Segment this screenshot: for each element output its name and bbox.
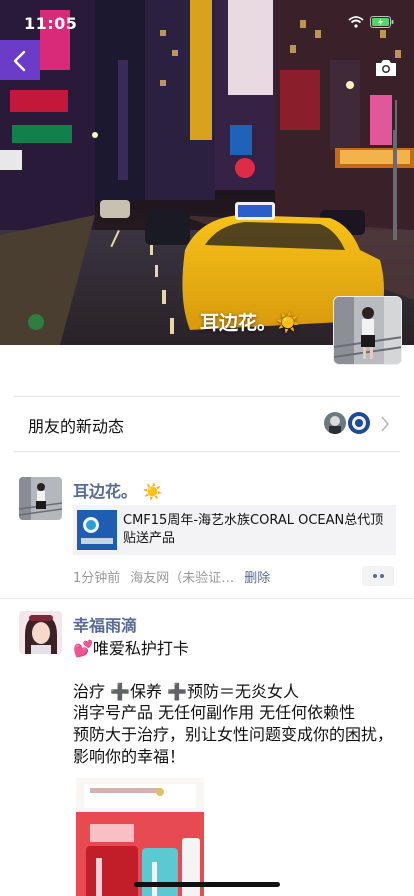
avatar-photo <box>19 477 62 520</box>
more-icon <box>379 574 384 578</box>
back-icon <box>13 50 26 72</box>
updates-avatars <box>324 412 370 434</box>
shared-link-thumbnail <box>77 510 117 550</box>
cover-user-name: 耳边花。☀️ <box>200 308 300 335</box>
post-divider <box>0 598 414 599</box>
friends-new-updates-row[interactable]: 朋友的新动态 <box>14 396 400 452</box>
camera-icon <box>376 60 396 76</box>
avatar-photo <box>334 297 401 364</box>
my-avatar[interactable] <box>333 296 402 365</box>
shared-link-title: CMF15周年-海艺水族CORAL OCEAN总代顶贴送产品 <box>123 513 384 546</box>
post-author-avatar[interactable] <box>19 611 62 654</box>
more-button[interactable] <box>362 566 394 586</box>
status-icons <box>348 16 394 28</box>
author-text: 耳边花。 <box>73 482 138 501</box>
shared-link-card[interactable]: CMF15周年-海艺水族CORAL OCEAN总代顶贴送产品 <box>73 505 396 555</box>
more-icon <box>372 574 377 578</box>
updates-label: 朋友的新动态 <box>28 417 125 436</box>
post-text-line: 治疗 ➕保养 ➕预防＝无炎女人 <box>73 682 300 701</box>
post-author-name[interactable]: 幸福雨滴 <box>73 612 137 636</box>
home-indicator[interactable] <box>134 882 280 887</box>
post-meta: 1分钟前 海友网（未验证… 删除 <box>73 567 270 586</box>
post-text-line: 💕唯爱私护打卡 <box>73 639 189 658</box>
chevron-right-icon <box>381 416 390 432</box>
post-image[interactable] <box>76 778 204 896</box>
product-photo <box>76 778 204 896</box>
post-author-name[interactable]: 耳边花。 ☀️ <box>73 478 163 502</box>
post-author-avatar[interactable] <box>19 477 62 520</box>
cover-city-street-image <box>0 0 414 345</box>
post-text-line: 消字号产品 无任何副作用 无任何依赖性 <box>73 703 356 722</box>
camera-button[interactable] <box>374 58 398 78</box>
sun-emoji: ☀️ <box>142 482 163 501</box>
post-time: 1分钟前 <box>73 571 121 586</box>
post-source[interactable]: 海友网（未验证… <box>130 571 234 586</box>
back-button[interactable] <box>12 50 36 78</box>
post-text-line: 预防大于治疗，别让女性问题变成你的困扰，影响你的幸福！ <box>73 725 394 766</box>
avatar-photo <box>19 611 62 654</box>
sun-emoji: ☀️ <box>276 312 300 334</box>
wifi-icon <box>348 16 364 28</box>
moments-page: 11:05 耳边花。☀️ 朋友的新动态 耳边花。 ☀️ CMF15周年-海艺水族… <box>0 0 414 896</box>
cover-photo[interactable]: 11:05 耳边花。☀️ <box>0 0 414 345</box>
delete-link[interactable]: 删除 <box>244 571 270 586</box>
cover-name-text: 耳边花。 <box>200 312 277 334</box>
status-time: 11:05 <box>24 14 78 33</box>
update-avatar <box>324 412 346 434</box>
status-bar: 11:05 <box>0 12 414 36</box>
battery-icon <box>370 16 394 28</box>
update-avatar <box>348 412 370 434</box>
